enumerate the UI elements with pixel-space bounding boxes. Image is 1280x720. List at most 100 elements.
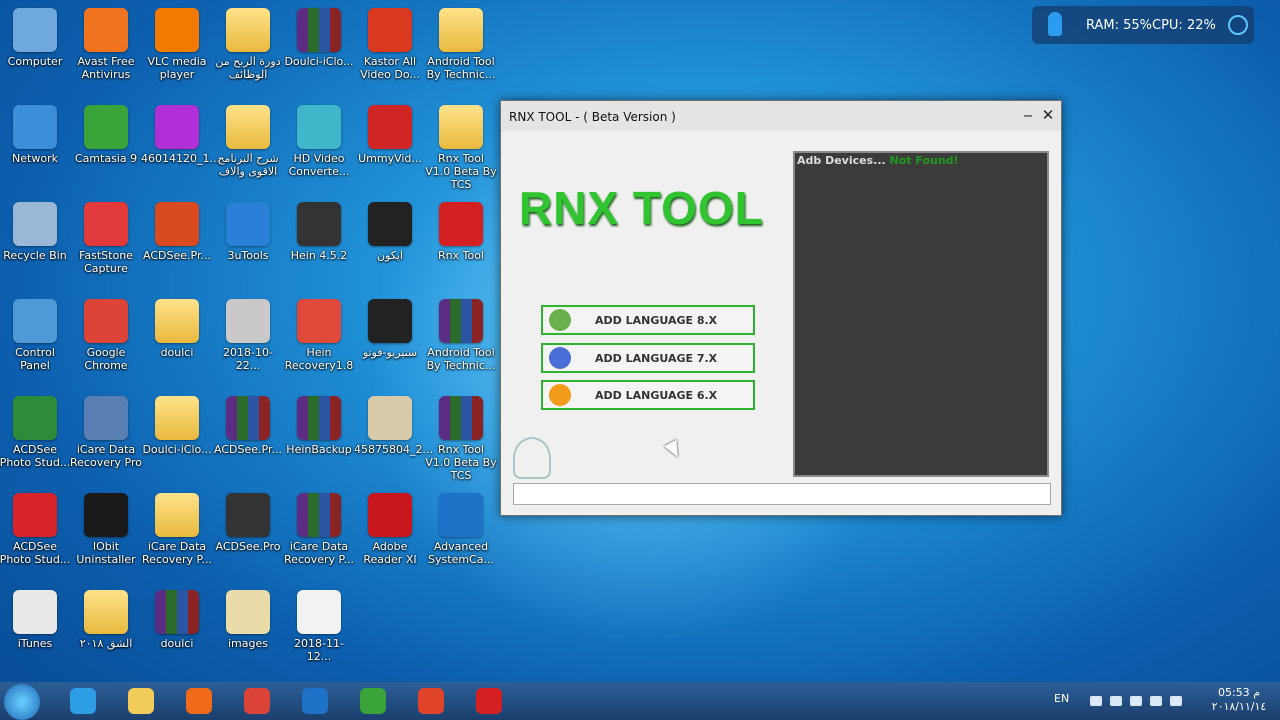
desktop-icon-image [368, 299, 412, 343]
desktop-icon[interactable]: دورة الربح من الوظائف [212, 2, 284, 94]
desktop-icon[interactable]: 2018-11-12... [283, 584, 355, 676]
rocket-icon[interactable] [1048, 12, 1062, 36]
desktop-icon-label: iCare Data Recovery Pro [70, 443, 142, 469]
minimize-button[interactable]: ‒ [1017, 105, 1039, 125]
ie-taskbar-button[interactable] [56, 684, 110, 718]
desktop-icon[interactable]: Adobe Reader XI [354, 487, 426, 579]
battery-icon[interactable] [1130, 696, 1142, 706]
desktop-icon[interactable]: ايكون [354, 196, 426, 288]
desktop-icon-label: FastStone Capture [79, 249, 133, 275]
desktop-icon-image [439, 493, 483, 537]
desktop-icon-image [13, 493, 57, 537]
desktop-icon-label: دورة الربح من الوظائف [215, 55, 281, 81]
desktop-icon[interactable]: UmmyVid... [354, 99, 426, 191]
desktop-icon[interactable]: شرح البرنامج الاقوى والاف [212, 99, 284, 191]
desktop-icon[interactable]: Google Chrome [70, 293, 142, 385]
nougat-icon [549, 347, 571, 369]
desktop-icon[interactable]: 2018-10-22... [212, 293, 284, 385]
advanced-systemcare-taskbar-button[interactable] [288, 684, 342, 718]
desktop-icon[interactable]: Advanced SystemCa... [425, 487, 497, 579]
language-indicator[interactable]: EN [1054, 692, 1069, 705]
desktop-icon[interactable]: Network [0, 99, 71, 191]
desktop-icon[interactable]: Doulci-iClo... [141, 390, 213, 482]
chrome-taskbar-button[interactable] [230, 684, 284, 718]
desktop-icon[interactable]: Android Tool By Technic... [425, 2, 497, 94]
desktop-icon[interactable]: 3uTools [212, 196, 284, 288]
desktop-icon[interactable]: Rnx Tool [425, 196, 497, 288]
desktop-icon[interactable]: Rnx Tool V1.0 Beta By TCS [425, 390, 497, 482]
desktop-icon[interactable]: iTunes [0, 584, 71, 676]
desktop-icon-label: HD Video Converte... [288, 152, 350, 178]
desktop-icon[interactable]: doulci [141, 293, 213, 385]
desktop-icon[interactable]: ACDSee.Pro [212, 487, 284, 579]
adb-devices-header: Adb Devices... Not Found! [797, 154, 959, 167]
rnx-tool-taskbar-button[interactable] [462, 684, 516, 718]
cpu-usage: CPU: 22% [1152, 18, 1216, 33]
desktop-icon-image [226, 396, 270, 440]
desktop-icon-image [84, 202, 128, 246]
desktop-icon-label: ACDSee.Pr... [214, 443, 282, 456]
desktop-icon[interactable]: Computer [0, 2, 71, 94]
desktop-icon[interactable]: الشق ٢٠١٨ [70, 584, 142, 676]
add-language-8x-button[interactable]: ADD LANGUAGE 8.X [541, 305, 755, 335]
desktop-icon-label: iTunes [17, 637, 53, 650]
desktop-icon-label: iCare Data Recovery P... [284, 540, 354, 566]
desktop-icon-image [155, 396, 199, 440]
desktop-icon[interactable]: iCare Data Recovery P... [283, 487, 355, 579]
desktop-icon[interactable]: Doulci-iClo... [283, 2, 355, 94]
camtasia-taskbar-button[interactable] [346, 684, 400, 718]
support-icon[interactable] [513, 437, 551, 479]
desktop-icon[interactable]: doulci [141, 584, 213, 676]
desktop-icon-image [439, 299, 483, 343]
desktop-icon[interactable]: Camtasia 9 [70, 99, 142, 191]
desktop-icon-image [226, 493, 270, 537]
desktop-icon[interactable]: Android Tool By Technic... [425, 293, 497, 385]
desktop-icon[interactable]: ACDSee.Pr... [212, 390, 284, 482]
gauge-icon[interactable] [1228, 15, 1248, 35]
desktop-icon[interactable]: ستيريو-فوتو [354, 293, 426, 385]
adb-status: Not Found! [889, 154, 959, 167]
desktop-icon[interactable]: iCare Data Recovery Pro [70, 390, 142, 482]
desktop-icon[interactable]: Recycle Bin [0, 196, 71, 288]
start-button[interactable] [4, 684, 40, 720]
chrome-icon [244, 688, 270, 714]
media-player-taskbar-button[interactable] [172, 684, 226, 718]
desktop-icon[interactable]: HeinBackup [283, 390, 355, 482]
clock[interactable]: 05:53 م ٢٠١٨/١١/١٤ [1204, 686, 1274, 714]
desktop-icon[interactable]: 45875804_2... [354, 390, 433, 482]
desktop-icon[interactable]: Hein Recovery1.8 [283, 293, 355, 385]
desktop-icon-label: Computer [7, 55, 63, 68]
explorer-taskbar-button[interactable] [114, 684, 168, 718]
desktop-icon[interactable]: Control Panel [0, 293, 71, 385]
desktop-icon[interactable]: 46014120_1... [141, 99, 220, 191]
volume-icon[interactable] [1170, 696, 1182, 706]
desktop-icon[interactable]: FastStone Capture [70, 196, 142, 288]
rnx-logo: RNX TOOL [519, 182, 764, 234]
close-button[interactable]: ✕ [1037, 105, 1059, 125]
desktop-icon-label: Android Tool By Technic... [426, 346, 496, 372]
camtasia-recorder-taskbar-button[interactable] [404, 684, 458, 718]
desktop-icon[interactable]: IObit Uninstaller [70, 487, 142, 579]
system-monitor-widget[interactable]: RAM: 55% CPU: 22% [1032, 6, 1254, 44]
desktop-icon[interactable]: ACDSee Photo Stud... [0, 390, 71, 482]
desktop-icon-label: Rnx Tool [438, 249, 484, 262]
desktop-icon[interactable]: Hein 4.5.2 [283, 196, 355, 288]
desktop-icon-label: images [228, 637, 268, 650]
desktop-icon[interactable]: VLC media player [141, 2, 213, 94]
desktop-icon[interactable]: ACDSee.Pr... [141, 196, 213, 288]
desktop-icon[interactable]: Avast Free Antivirus [70, 2, 142, 94]
add-language-6x-button[interactable]: ADD LANGUAGE 6.X [541, 380, 755, 410]
desktop-icon[interactable]: HD Video Converte... [283, 99, 355, 191]
flag-icon[interactable] [1110, 696, 1122, 706]
window-titlebar[interactable]: RNX TOOL - ( Beta Version ) ‒ ✕ [501, 101, 1061, 131]
desktop-icon-label: Android Tool By Technic... [426, 55, 496, 81]
network-icon[interactable] [1150, 696, 1162, 706]
desktop-icon[interactable]: Kastor All Video Do... [354, 2, 426, 94]
desktop-icon[interactable]: ACDSee Photo Stud... [0, 487, 71, 579]
desktop-icon[interactable]: iCare Data Recovery P... [141, 487, 213, 579]
desktop-icon[interactable]: Rnx Tool V1.0 Beta By TCS [425, 99, 497, 191]
chevron-up-icon[interactable] [1090, 696, 1102, 706]
add-language-7x-button[interactable]: ADD LANGUAGE 7.X [541, 343, 755, 373]
desktop-icon[interactable]: images [212, 584, 284, 676]
desktop-icon-label: Control Panel [15, 346, 55, 372]
